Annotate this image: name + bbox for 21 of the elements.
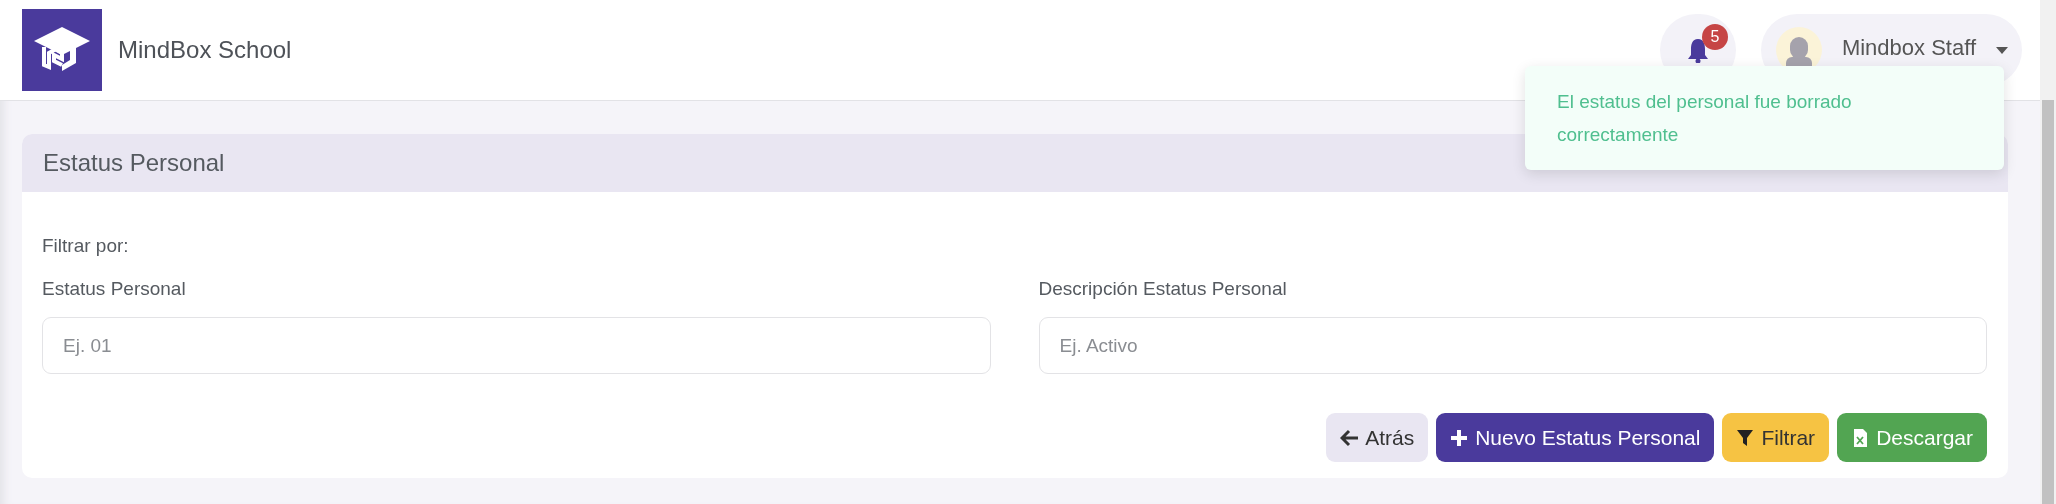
caret-icon bbox=[1996, 46, 2008, 54]
input-field[interactable]: Ej. Activo bbox=[1038, 317, 1987, 374]
new-button[interactable]: Nuevo Estatus Personal bbox=[1436, 413, 1715, 462]
filter-button[interactable]: Filtrar bbox=[1722, 413, 1830, 462]
filter-label: Filtrar por: bbox=[42, 235, 129, 256]
field-label: Descripción Estatus Personal bbox=[1038, 277, 1287, 299]
logo-icon bbox=[22, 9, 102, 91]
notification-count: 5 bbox=[1701, 24, 1728, 50]
scrollbar-thumb[interactable] bbox=[2042, 100, 2054, 504]
filter-icon bbox=[1736, 428, 1755, 447]
app-title: MindBox School bbox=[118, 35, 292, 65]
user-name: Mindbox Staff bbox=[1841, 33, 1976, 62]
arrow-left-icon bbox=[1340, 428, 1359, 447]
card-title: Estatus Personal bbox=[43, 148, 225, 178]
plus-icon bbox=[1450, 428, 1469, 447]
success-toast: El estatus del personal fue borrado correctamente bbox=[1525, 66, 2004, 170]
spreadsheet-file-icon bbox=[1851, 428, 1870, 447]
bell-icon bbox=[1686, 37, 1709, 63]
field-label: Estatus Personal bbox=[42, 277, 186, 299]
input-field[interactable]: Ej. 01 bbox=[42, 317, 991, 374]
back-button[interactable]: Atrás bbox=[1326, 413, 1429, 462]
